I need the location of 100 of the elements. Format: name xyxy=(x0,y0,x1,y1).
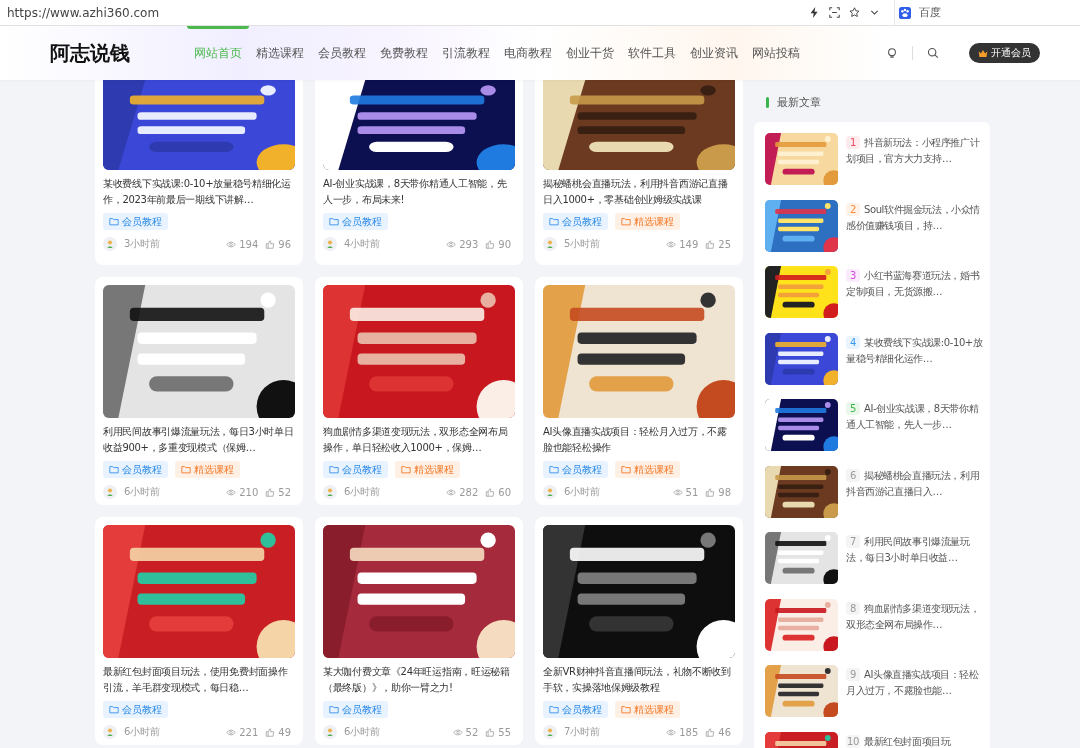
article-title[interactable]: 某大咖付费文章《24年旺运指南，旺运秘籍（最终版）》，助你一臂之力! xyxy=(323,664,515,696)
view-count: 51 xyxy=(685,486,699,498)
thumbs-up-icon xyxy=(485,487,496,497)
folder-icon xyxy=(109,465,119,474)
eye-icon xyxy=(226,727,237,737)
like-count: 52 xyxy=(278,486,291,498)
nav-tab[interactable]: 软件工具 xyxy=(621,26,683,80)
folder-icon xyxy=(109,705,119,714)
article-link[interactable]: 10 最新红包封面项目玩 xyxy=(846,733,951,748)
article-title[interactable]: 揭秘蟠桃会直播玩法，利用抖音西游记直播日入1000+，零基础创业姆级实战课 xyxy=(543,176,735,208)
article-card[interactable]: 揭秘蟠桃会直播玩法，利用抖音西游记直播日入1000+，零基础创业姆级实战课 会员教程 精选课程 5小时前 149 25 xyxy=(535,80,743,265)
avatar-icon xyxy=(323,485,337,499)
thumbs-up-icon xyxy=(485,727,496,737)
eye-icon xyxy=(226,239,237,249)
like-count: 98 xyxy=(718,486,731,498)
article-link[interactable]: 7 利用民间故事引爆流量玩法，每日3小时单日收益… xyxy=(846,534,985,584)
avatar-icon xyxy=(323,725,337,739)
avatar-icon xyxy=(543,725,557,739)
article-link[interactable]: 3 小红书蓝海赛道玩法，婚书定制项目，无货源搬… xyxy=(846,268,985,318)
crown-icon xyxy=(978,48,988,58)
avatar-icon xyxy=(103,485,117,499)
vip-button[interactable]: 开通会员 xyxy=(969,43,1040,63)
nav-tab[interactable]: 电商教程 xyxy=(497,26,559,80)
nav-tab[interactable]: 创业资讯 xyxy=(683,26,745,80)
nav-tab[interactable]: 精选课程 xyxy=(249,26,311,80)
view-count: 282 xyxy=(459,486,479,498)
view-count: 149 xyxy=(679,238,699,250)
article-title[interactable]: 利用民间故事引爆流量玩法，每日3小时单日收益900+，多重变现模式（保姆… xyxy=(103,424,295,456)
article-title[interactable]: 某收费线下实战课:0-10+放量稳号精细化运作，2023年前最后一期线下讲解… xyxy=(103,176,295,208)
eye-icon xyxy=(226,487,237,497)
search-icon[interactable] xyxy=(927,47,939,59)
nav-tab[interactable]: 网站投稿 xyxy=(745,26,807,80)
article-title[interactable]: 全新VR财神抖音直播间玩法，礼物不断收到手软，实操落地保姆级教程 xyxy=(543,664,735,696)
article-card[interactable]: 狗血剧情多渠道变现玩法，双形态全网布局操作，单日轻松收入1000+，保姆… 会员教程 精选课程 6小时前 282 60 xyxy=(315,277,523,505)
rank-badge: 1 xyxy=(846,136,860,149)
avatar-icon xyxy=(543,237,557,251)
eye-icon xyxy=(452,727,463,737)
avatar-icon xyxy=(103,237,117,251)
article-card[interactable]: AI头像直播实战项目：轻松月入过万，不露脸也能轻松操作 会员教程 精选课程 6小时前 51 98 xyxy=(535,277,743,505)
like-count: 60 xyxy=(498,486,511,498)
article-link[interactable]: 2 Soul软件掘金玩法，小众情感价值赚钱项目，持… xyxy=(846,201,985,252)
article-card[interactable]: 某收费线下实战课:0-10+放量稳号精细化运作，2023年前最后一期线下讲解… 会员教程 3小时前 194 96 xyxy=(95,80,303,265)
article-link[interactable]: 1 抖音新玩法：小程序推广计划项目，官方大力支持… xyxy=(846,135,985,185)
bulb-icon[interactable] xyxy=(886,47,898,59)
folder-icon xyxy=(621,217,631,226)
avatar-icon xyxy=(543,485,557,499)
article-card[interactable]: 利用民间故事引爆流量玩法，每日3小时单日收益900+，多重变现模式（保姆… 会员教程 精选课程 6小时前 210 52 xyxy=(95,277,303,505)
article-card[interactable]: 全新VR财神抖音直播间玩法，礼物不断收到手软，实操落地保姆级教程 会员教程 精选课程 7小时前 185 46 xyxy=(535,517,743,745)
article-card[interactable]: AI-创业实战课，8天带你精通人工智能，先人一步，布局未来! 会员教程 4小时前 293 90 xyxy=(315,80,523,265)
search-field[interactable]: 百度 xyxy=(917,5,1021,20)
eye-icon xyxy=(672,487,683,497)
screenshot-icon[interactable] xyxy=(829,7,840,18)
thumbs-up-icon xyxy=(705,239,716,249)
nav-tab[interactable]: 会员教程 xyxy=(311,26,373,80)
view-count: 210 xyxy=(239,486,259,498)
thumbs-up-icon xyxy=(265,239,276,249)
url-text[interactable]: https://www.azhi360.com xyxy=(0,5,809,20)
star-icon[interactable] xyxy=(849,7,860,18)
nav-tab[interactable]: 引流教程 xyxy=(435,26,497,80)
article-title[interactable]: AI头像直播实战项目：轻松月入过万，不露脸也能轻松操作 xyxy=(543,424,735,456)
article-title[interactable]: AI-创业实战课，8天带你精通人工智能，先人一步，布局未来! xyxy=(323,176,515,208)
post-time: 6小时前 xyxy=(124,725,161,739)
article-card[interactable]: 某大咖付费文章《24年旺运指南，旺运秘籍（最终版）》，助你一臂之力! 会员教程 6小时前 52 55 xyxy=(315,517,523,745)
like-count: 90 xyxy=(498,238,511,250)
article-link[interactable]: 5 AI-创业实战课，8天带你精通人工智能，先人一步… xyxy=(846,401,985,451)
article-title[interactable]: 狗血剧情多渠道变现玩法，双形态全网布局操作，单日轻松收入1000+，保姆… xyxy=(323,424,515,456)
post-time: 4小时前 xyxy=(344,237,381,251)
nav-tab[interactable]: 免费教程 xyxy=(373,26,435,80)
paw-icon xyxy=(899,6,911,19)
view-count: 194 xyxy=(239,238,259,250)
folder-icon xyxy=(329,465,339,474)
article-link[interactable]: 8 狗血剧情多渠道变现玩法，双形态全网布局操作… xyxy=(846,600,985,651)
post-time: 5小时前 xyxy=(564,237,601,251)
view-count: 293 xyxy=(459,238,479,250)
like-count: 96 xyxy=(278,238,291,250)
nav-tab[interactable]: 创业干货 xyxy=(559,26,621,80)
folder-icon xyxy=(621,465,631,474)
thumbs-up-icon xyxy=(705,487,716,497)
folder-icon xyxy=(109,217,119,226)
folder-icon xyxy=(329,705,339,714)
thumbs-up-icon xyxy=(265,487,276,497)
eye-icon xyxy=(446,487,457,497)
article-card[interactable]: 最新红包封面项目玩法，使用免费封面操作引流，羊毛群变现模式，每日稳… 会员教程 6小时前 221 49 xyxy=(95,517,303,745)
view-count: 185 xyxy=(679,726,699,738)
folder-icon xyxy=(549,705,559,714)
article-title[interactable]: 最新红包封面项目玩法，使用免费封面操作引流，羊毛群变现模式，每日稳… xyxy=(103,664,295,696)
rank-badge: 7 xyxy=(846,535,860,548)
rank-badge: 10 xyxy=(846,734,860,748)
article-link[interactable]: 6 揭秘蟠桃会直播玩法，利用抖音西游记直播日入… xyxy=(846,467,985,518)
site-logo[interactable]: 阿志说钱 xyxy=(50,39,180,67)
article-link[interactable]: 9 AI头像直播实战项目：轻松月入过万，不露脸也能… xyxy=(846,667,985,717)
eye-icon xyxy=(666,239,677,249)
post-time: 6小时前 xyxy=(564,485,601,499)
post-time: 6小时前 xyxy=(344,725,381,739)
lightning-icon[interactable] xyxy=(809,7,820,18)
section-title: 最新文章 xyxy=(777,94,821,110)
article-link[interactable]: 4 某收费线下实战课:0-10+放量稳号精细化运作… xyxy=(846,334,985,385)
post-time: 6小时前 xyxy=(124,485,161,499)
thumbs-up-icon xyxy=(265,727,276,737)
post-time: 7小时前 xyxy=(564,725,601,739)
